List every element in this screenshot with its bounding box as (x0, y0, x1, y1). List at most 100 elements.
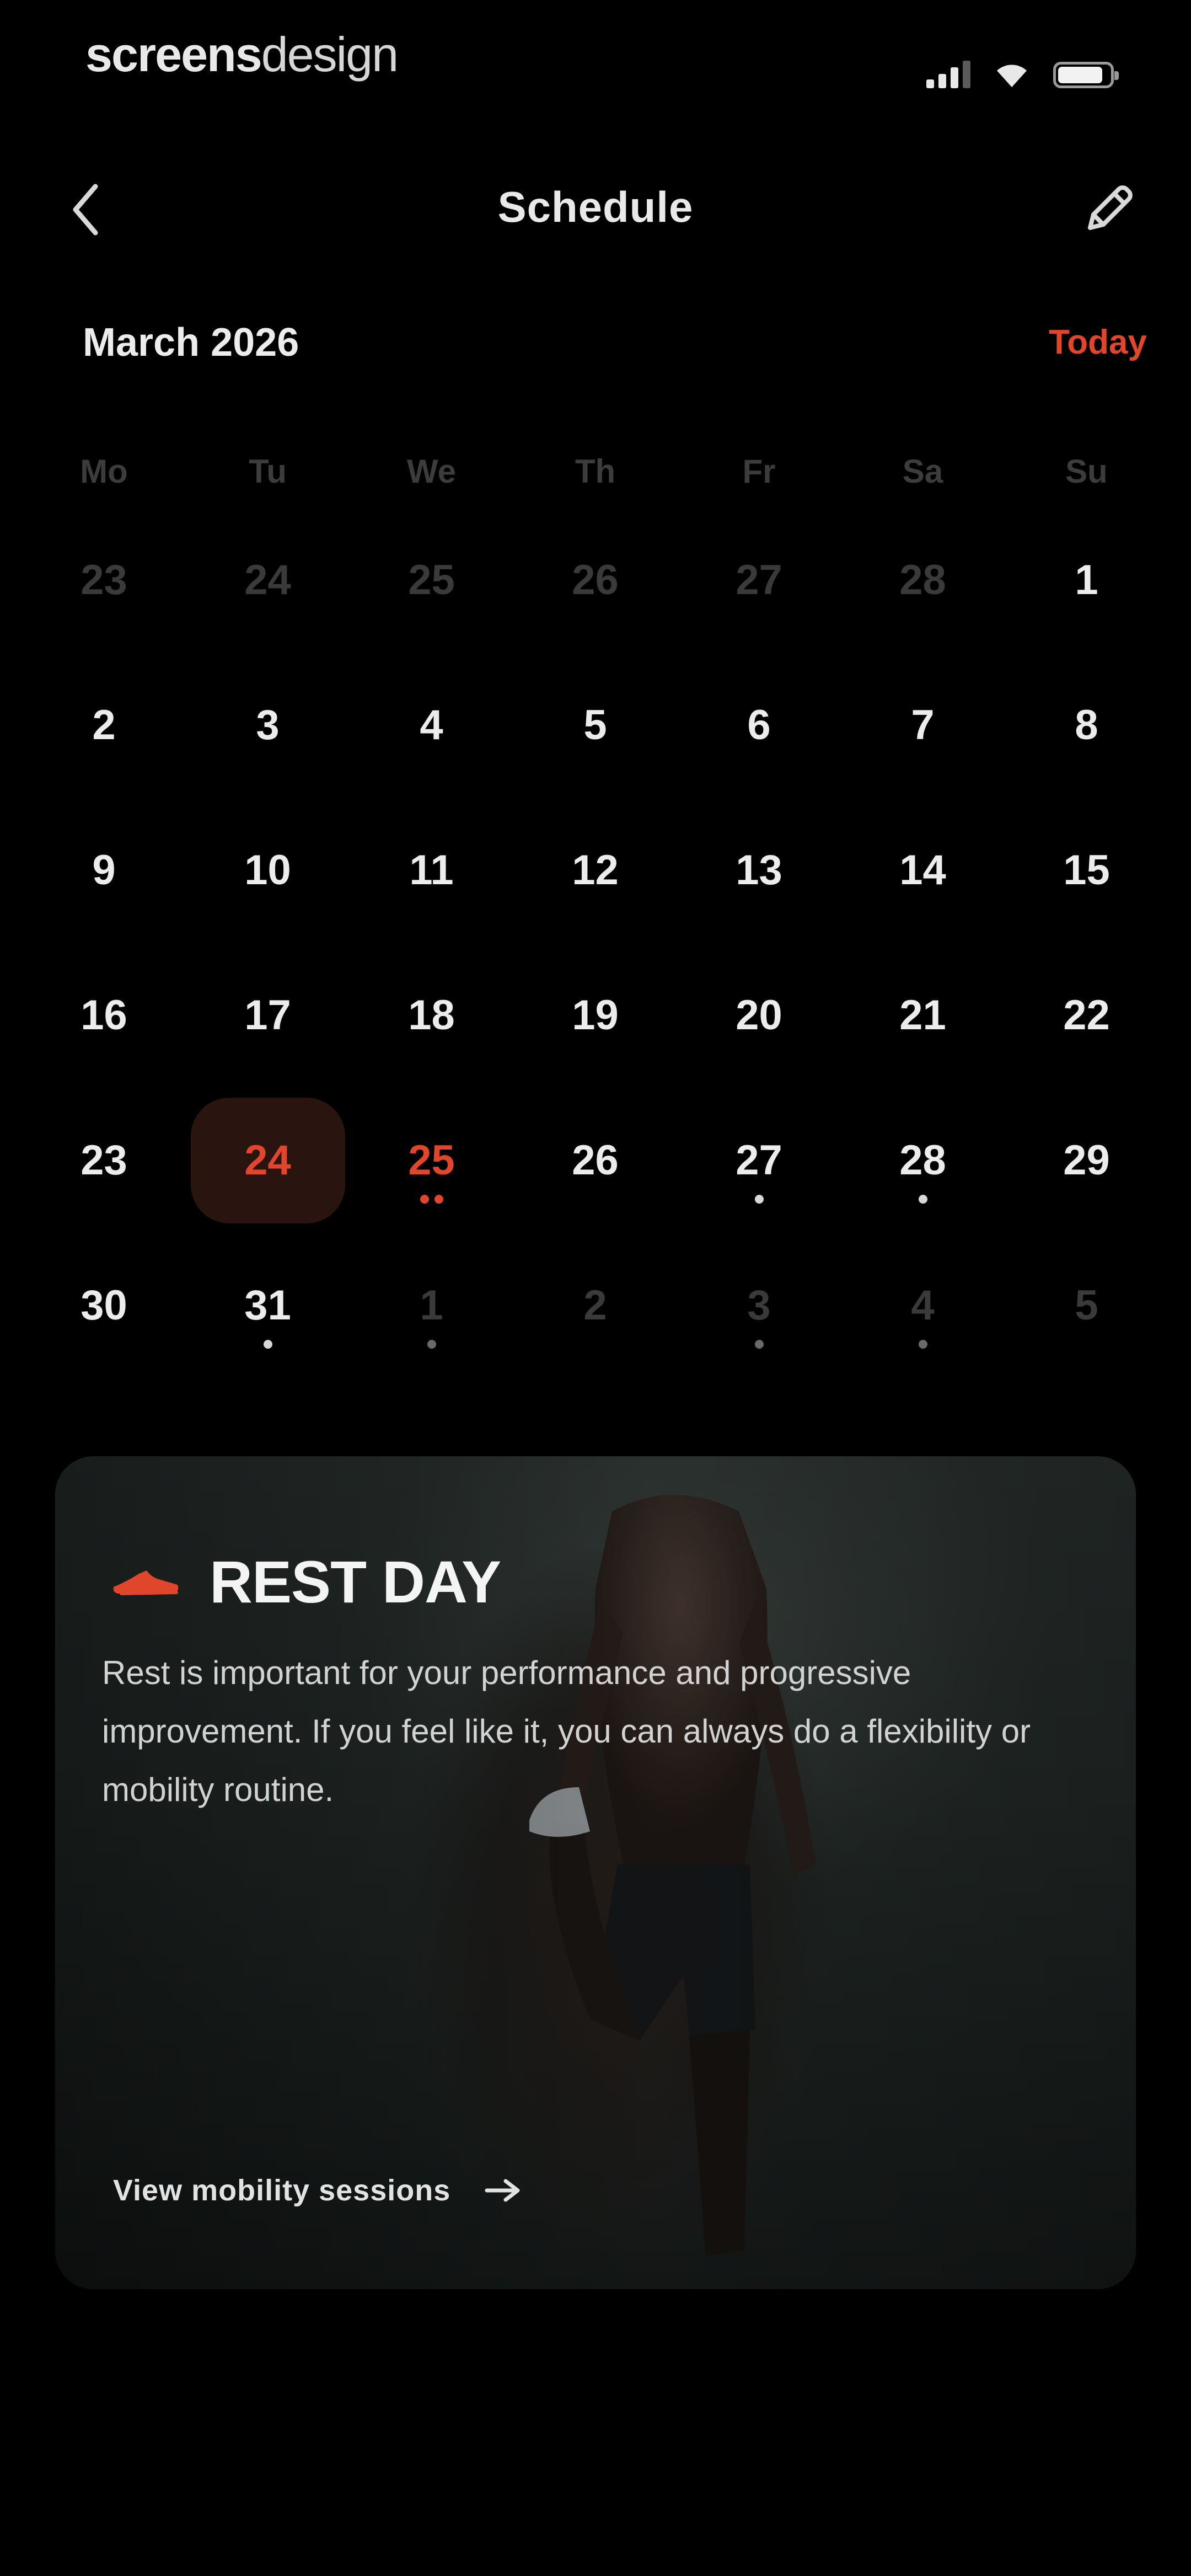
day-number: 8 (1075, 702, 1098, 749)
calendar-day[interactable]: 2 (22, 653, 186, 798)
event-indicator (841, 1194, 1005, 1204)
day-number: 2 (92, 702, 116, 749)
calendar-day[interactable]: 30 (22, 1233, 186, 1378)
day-number: 2 (583, 1282, 607, 1329)
event-dot (754, 1194, 764, 1204)
day-number: 26 (572, 1137, 619, 1184)
calendar-day[interactable]: 27 (677, 507, 841, 653)
day-number: 5 (583, 702, 607, 749)
calendar-day[interactable]: 27 (677, 1088, 841, 1233)
calendar-day[interactable]: 28 (841, 1088, 1005, 1233)
calendar-day[interactable]: 17 (186, 943, 350, 1088)
day-number: 5 (1075, 1282, 1098, 1329)
calendar-day[interactable]: 15 (1005, 798, 1168, 943)
weekday-label: Tu (249, 453, 287, 490)
event-dot (754, 1339, 764, 1349)
event-indicator (677, 1194, 841, 1204)
calendar-day-selected[interactable]: 24 (186, 1088, 350, 1233)
event-indicator (186, 1339, 350, 1349)
day-number: 27 (736, 557, 782, 603)
today-button[interactable]: Today (1049, 323, 1147, 362)
event-dot (427, 1339, 436, 1349)
card-title: REST DAY (210, 1548, 501, 1615)
day-number: 6 (747, 702, 771, 749)
calendar-day[interactable]: 5 (513, 653, 677, 798)
day-number: 1 (1075, 557, 1098, 603)
card-header: REST DAY (110, 1547, 501, 1616)
calendar-day[interactable]: 3 (677, 1233, 841, 1378)
calendar-day[interactable]: 8 (1005, 653, 1168, 798)
day-number: 15 (1063, 847, 1110, 894)
brand-logo-light: design (261, 27, 399, 82)
day-number: 19 (572, 992, 619, 1039)
pencil-icon (1088, 185, 1133, 230)
calendar-day[interactable]: 12 (513, 798, 677, 943)
weekday-label: Mo (80, 453, 128, 490)
calendar-day[interactable]: 31 (186, 1233, 350, 1378)
rest-day-card[interactable]: REST DAY Rest is important for your perf… (55, 1456, 1136, 2289)
event-indicator (350, 1194, 513, 1204)
wifi-icon (994, 60, 1030, 88)
day-number: 24 (244, 1137, 291, 1184)
calendar-day[interactable]: 4 (841, 1233, 1005, 1378)
calendar-day[interactable]: 1 (350, 1233, 513, 1378)
view-mobility-sessions-link[interactable]: View mobility sessions (113, 2173, 522, 2208)
day-number: 28 (899, 1137, 946, 1184)
event-dot (420, 1194, 429, 1204)
calendar-day[interactable]: 22 (1005, 943, 1168, 1088)
calendar-day[interactable]: 20 (677, 943, 841, 1088)
calendar-day[interactable]: 26 (513, 507, 677, 653)
calendar-day[interactable]: 23 (22, 507, 186, 653)
calendar-day[interactable]: 29 (1005, 1088, 1168, 1233)
calendar-day[interactable]: 26 (513, 1088, 677, 1233)
calendar-day[interactable]: 19 (513, 943, 677, 1088)
day-number: 30 (81, 1282, 127, 1329)
event-indicator (677, 1339, 841, 1349)
day-number: 12 (572, 847, 619, 894)
calendar-week-row: 2 3 4 5 6 7 8 (22, 653, 1169, 798)
calendar-day[interactable]: 3 (186, 653, 350, 798)
calendar-day[interactable]: 23 (22, 1088, 186, 1233)
calendar-day[interactable]: 6 (677, 653, 841, 798)
calendar-day[interactable]: 18 (350, 943, 513, 1088)
calendar-day[interactable]: 24 (186, 507, 350, 653)
calendar-day[interactable]: 11 (350, 798, 513, 943)
calendar-day-today[interactable]: 25 (350, 1088, 513, 1233)
calendar-day[interactable]: 4 (350, 653, 513, 798)
day-number: 27 (736, 1137, 782, 1184)
day-number: 25 (408, 557, 455, 603)
calendar-day[interactable]: 21 (841, 943, 1005, 1088)
day-number: 23 (81, 1137, 127, 1184)
day-number: 25 (408, 1137, 455, 1184)
calendar-week-row: 30 31 1 2 3 4 5 (22, 1233, 1169, 1378)
weekday-header: Mo Tu We Th Fr Sa Su (22, 436, 1169, 507)
weekday-label: We (407, 453, 456, 490)
day-number: 4 (420, 702, 443, 749)
sneaker-icon (113, 1570, 179, 1595)
edit-button[interactable] (1075, 177, 1141, 243)
calendar-day[interactable]: 13 (677, 798, 841, 943)
calendar-day[interactable]: 7 (841, 653, 1005, 798)
day-number: 20 (736, 992, 782, 1039)
day-number: 22 (1063, 992, 1110, 1039)
calendar-day[interactable]: 16 (22, 943, 186, 1088)
day-number: 23 (81, 557, 127, 603)
day-number: 28 (899, 557, 946, 603)
calendar-day[interactable]: 5 (1005, 1233, 1168, 1378)
event-dot (918, 1339, 927, 1349)
calendar-day[interactable]: 28 (841, 507, 1005, 653)
status-bar: screensdesign (0, 0, 1191, 110)
calendar-day[interactable]: 2 (513, 1233, 677, 1378)
calendar-day[interactable]: 9 (22, 798, 186, 943)
day-number: 31 (244, 1282, 291, 1329)
day-number: 7 (911, 702, 935, 749)
weekday-label: Fr (742, 453, 776, 490)
calendar-day[interactable]: 25 (350, 507, 513, 653)
day-number: 4 (911, 1282, 935, 1329)
calendar-day[interactable]: 10 (186, 798, 350, 943)
card-description: Rest is important for your performance a… (102, 1654, 1031, 1808)
calendar-day[interactable]: 1 (1005, 507, 1168, 653)
page-title: Schedule (497, 183, 694, 231)
calendar-day[interactable]: 14 (841, 798, 1005, 943)
card-link-label: View mobility sessions (113, 2174, 451, 2207)
